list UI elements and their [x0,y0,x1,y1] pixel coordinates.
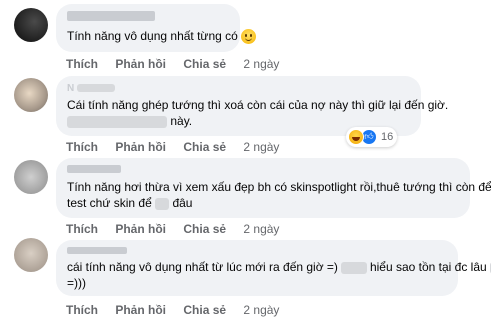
comment-bubble: cái tính năng vô dụng nhất từ lúc mới ra… [56,240,491,296]
comment-text-line-1: Tính năng hơi thừa vì xem xấu đẹp bh có … [67,180,491,194]
comment-bubble: Tính năng vô dụng nhất từng có [56,4,256,52]
avatar[interactable] [14,160,48,194]
like-button[interactable]: Thích [66,57,98,71]
comment-text-line-2: test chứ skin để đâu [67,196,193,210]
comment-bubble: Tính năng hơi thừa vì xem xấu đẹp bh có … [56,158,491,218]
avatar[interactable] [14,238,48,272]
share-button[interactable]: Chia sẻ [183,222,226,236]
redacted-block [76,84,115,93]
timestamp[interactable]: 2 ngày [243,303,279,317]
comment-actions: Thích Phản hồi Chia sẻ 2 ngày [66,56,293,72]
redacted-block [340,261,367,274]
comment-actions: Thích Phản hồi Chia sẻ 2 ngày [66,302,293,318]
reply-button[interactable]: Phản hồi [115,303,166,317]
avatar[interactable] [14,8,48,42]
reactions-summary[interactable]: 👍︎ 16 [346,127,398,147]
comment-text-line-2: =))) [67,276,86,290]
reply-button[interactable]: Phản hồi [115,57,166,71]
comment-actions: Thích Phản hồi Chia sẻ 2 ngày [66,139,293,155]
comment-text-line-1: cái tính năng vô dụng nhất từ lúc mới ra… [67,259,491,275]
comment-text-content: Tính năng vô dụng nhất từng có [67,29,238,43]
timestamp[interactable]: 2 ngày [243,222,279,236]
reply-button[interactable]: Phản hồi [115,140,166,154]
comment-text-end: này. [170,114,193,128]
reply-button[interactable]: Phản hồi [115,222,166,236]
timestamp[interactable]: 2 ngày [243,57,279,71]
share-button[interactable]: Chia sẻ [183,140,226,154]
redacted-block [155,197,170,210]
haha-icon [348,129,364,145]
share-button[interactable]: Chia sẻ [183,303,226,317]
redacted-block [67,115,167,128]
avatar[interactable] [14,78,48,112]
smile-emoji-icon [240,29,256,45]
author-name[interactable]: N [67,83,410,94]
comment-text-line-1: Cái tính năng ghép tướng thì xoá còn cái… [67,98,449,112]
reaction-count: 16 [381,131,394,143]
author-name-redacted[interactable] [67,11,155,21]
timestamp[interactable]: 2 ngày [243,140,279,154]
share-button[interactable]: Chia sẻ [183,57,226,71]
comment-text: Tính năng vô dụng nhất từng có [67,29,256,45]
like-button[interactable]: Thích [66,303,98,317]
author-name-redacted[interactable] [67,165,121,173]
comment-actions: Thích Phản hồi Chia sẻ 2 ngày [66,221,293,237]
like-button[interactable]: Thích [66,140,98,154]
author-name-redacted[interactable] [67,247,127,254]
like-button[interactable]: Thích [66,222,98,236]
